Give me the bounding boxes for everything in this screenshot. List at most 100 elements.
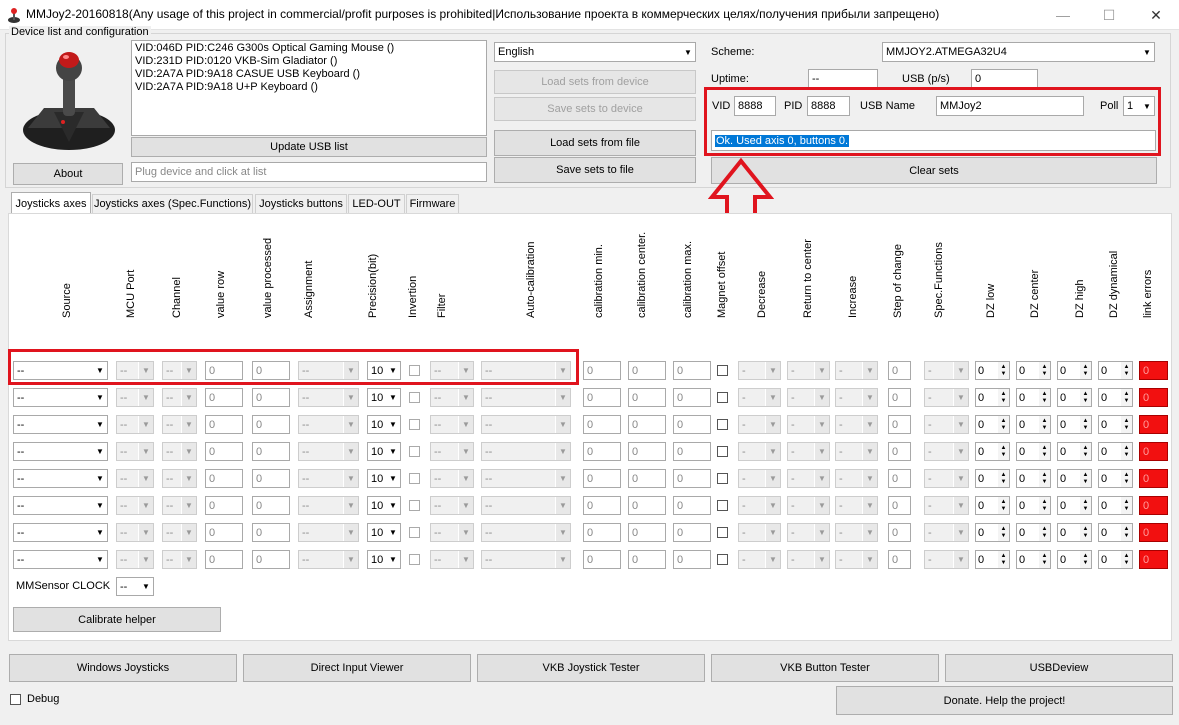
save-to-file-button[interactable]: Save sets to file xyxy=(494,157,696,183)
spin-arrows-icon[interactable]: ▲ ▼ xyxy=(1121,443,1132,460)
precision-select[interactable]: 10 ▼ xyxy=(367,469,401,488)
dz-dynamical-spinner[interactable]: 0 ▲ ▼ xyxy=(1098,388,1133,407)
assignment-select[interactable]: -- ▼ xyxy=(298,388,359,407)
device-list[interactable]: VID:046D PID:C246 G300s Optical Gaming M… xyxy=(131,40,487,136)
increase-select[interactable]: - ▼ xyxy=(835,469,878,488)
calibration-max-field[interactable]: 0 xyxy=(673,442,711,461)
usbdeview-button[interactable]: USBDeview xyxy=(945,654,1173,682)
dz-center-spinner[interactable]: 0 ▲ ▼ xyxy=(1016,415,1051,434)
calibration-center-field[interactable]: 0 xyxy=(628,361,666,380)
dz-low-spinner[interactable]: 0 ▲ ▼ xyxy=(975,388,1010,407)
dz-high-spinner[interactable]: 0 ▲ ▼ xyxy=(1057,523,1092,542)
spin-arrows-icon[interactable]: ▲ ▼ xyxy=(1039,551,1050,568)
dz-low-spinner[interactable]: 0 ▲ ▼ xyxy=(975,550,1010,569)
value-processed-field[interactable]: 0 xyxy=(252,550,290,569)
vkb-button-tester-button[interactable]: VKB Button Tester xyxy=(711,654,939,682)
assignment-select[interactable]: -- ▼ xyxy=(298,442,359,461)
magnet-offset-checkbox[interactable] xyxy=(717,446,728,457)
spin-arrows-icon[interactable]: ▲ ▼ xyxy=(1080,470,1091,487)
assignment-select[interactable]: -- ▼ xyxy=(298,550,359,569)
dz-low-spinner[interactable]: 0 ▲ ▼ xyxy=(975,496,1010,515)
auto-calibration-select[interactable]: -- ▼ xyxy=(481,442,571,461)
calibration-center-field[interactable]: 0 xyxy=(628,523,666,542)
decrease-select[interactable]: - ▼ xyxy=(738,496,781,515)
calibration-center-field[interactable]: 0 xyxy=(628,469,666,488)
dz-high-spinner[interactable]: 0 ▲ ▼ xyxy=(1057,388,1092,407)
precision-select[interactable]: 10 ▼ xyxy=(367,442,401,461)
calibrate-helper-button[interactable]: Calibrate helper xyxy=(13,607,221,632)
about-button[interactable]: About xyxy=(13,163,123,185)
spin-arrows-icon[interactable]: ▲ ▼ xyxy=(1039,524,1050,541)
calibration-min-field[interactable]: 0 xyxy=(583,550,621,569)
calibration-max-field[interactable]: 0 xyxy=(673,496,711,515)
dz-center-spinner[interactable]: 0 ▲ ▼ xyxy=(1016,361,1051,380)
debug-checkbox[interactable] xyxy=(10,694,21,705)
dz-dynamical-spinner[interactable]: 0 ▲ ▼ xyxy=(1098,496,1133,515)
dz-dynamical-spinner[interactable]: 0 ▲ ▼ xyxy=(1098,442,1133,461)
auto-calibration-select[interactable]: -- ▼ xyxy=(481,496,571,515)
increase-select[interactable]: - ▼ xyxy=(835,415,878,434)
dz-high-spinner[interactable]: 0 ▲ ▼ xyxy=(1057,469,1092,488)
step-of-change-field[interactable]: 0 xyxy=(888,550,911,569)
calibration-min-field[interactable]: 0 xyxy=(583,469,621,488)
source-select[interactable]: -- ▼ xyxy=(13,550,108,569)
source-select[interactable]: -- ▼ xyxy=(13,388,108,407)
value-processed-field[interactable]: 0 xyxy=(252,523,290,542)
close-button[interactable]: ✕ xyxy=(1133,0,1179,30)
mcu-port-select[interactable]: -- ▼ xyxy=(116,388,154,407)
windows-joysticks-button[interactable]: Windows Joysticks xyxy=(9,654,237,682)
device-item[interactable]: VID:231D PID:0120 VKB-Sim Gladiator () xyxy=(135,55,483,68)
precision-select[interactable]: 10 ▼ xyxy=(367,550,401,569)
spin-arrows-icon[interactable]: ▲ ▼ xyxy=(998,362,1009,379)
invertion-checkbox[interactable] xyxy=(409,500,420,511)
calibration-min-field[interactable]: 0 xyxy=(583,496,621,515)
assignment-select[interactable]: -- ▼ xyxy=(298,469,359,488)
magnet-offset-checkbox[interactable] xyxy=(717,527,728,538)
spin-arrows-icon[interactable]: ▲ ▼ xyxy=(998,443,1009,460)
spin-arrows-icon[interactable]: ▲ ▼ xyxy=(1080,524,1091,541)
step-of-change-field[interactable]: 0 xyxy=(888,388,911,407)
step-of-change-field[interactable]: 0 xyxy=(888,415,911,434)
value-row-field[interactable]: 0 xyxy=(205,415,243,434)
spin-arrows-icon[interactable]: ▲ ▼ xyxy=(1080,497,1091,514)
value-processed-field[interactable]: 0 xyxy=(252,496,290,515)
spin-arrows-icon[interactable]: ▲ ▼ xyxy=(1039,416,1050,433)
calibration-min-field[interactable]: 0 xyxy=(583,388,621,407)
mcu-port-select[interactable]: -- ▼ xyxy=(116,550,154,569)
return-to-center-select[interactable]: - ▼ xyxy=(787,550,830,569)
mcu-port-select[interactable]: -- ▼ xyxy=(116,523,154,542)
precision-select[interactable]: 10 ▼ xyxy=(367,388,401,407)
dz-high-spinner[interactable]: 0 ▲ ▼ xyxy=(1057,442,1092,461)
increase-select[interactable]: - ▼ xyxy=(835,550,878,569)
spin-arrows-icon[interactable]: ▲ ▼ xyxy=(1121,551,1132,568)
step-of-change-field[interactable]: 0 xyxy=(888,361,911,380)
increase-select[interactable]: - ▼ xyxy=(835,361,878,380)
tab-joysticks-buttons[interactable]: Joysticks buttons xyxy=(255,194,347,213)
channel-select[interactable]: -- ▼ xyxy=(162,550,197,569)
dz-high-spinner[interactable]: 0 ▲ ▼ xyxy=(1057,415,1092,434)
return-to-center-select[interactable]: - ▼ xyxy=(787,361,830,380)
invertion-checkbox[interactable] xyxy=(409,527,420,538)
dz-dynamical-spinner[interactable]: 0 ▲ ▼ xyxy=(1098,469,1133,488)
spin-arrows-icon[interactable]: ▲ ▼ xyxy=(1080,551,1091,568)
decrease-select[interactable]: - ▼ xyxy=(738,550,781,569)
calibration-max-field[interactable]: 0 xyxy=(673,415,711,434)
spec-functions-select[interactable]: - ▼ xyxy=(924,550,969,569)
value-processed-field[interactable]: 0 xyxy=(252,442,290,461)
spec-functions-select[interactable]: - ▼ xyxy=(924,415,969,434)
spin-arrows-icon[interactable]: ▲ ▼ xyxy=(998,497,1009,514)
dz-dynamical-spinner[interactable]: 0 ▲ ▼ xyxy=(1098,415,1133,434)
dz-dynamical-spinner[interactable]: 0 ▲ ▼ xyxy=(1098,523,1133,542)
tab-led-out[interactable]: LED-OUT xyxy=(348,194,405,213)
save-to-device-button[interactable]: Save sets to device xyxy=(494,97,696,121)
value-row-field[interactable]: 0 xyxy=(205,523,243,542)
calibration-min-field[interactable]: 0 xyxy=(583,361,621,380)
dz-center-spinner[interactable]: 0 ▲ ▼ xyxy=(1016,496,1051,515)
dz-center-spinner[interactable]: 0 ▲ ▼ xyxy=(1016,388,1051,407)
tab-joysticks-axes[interactable]: Joysticks axes xyxy=(11,192,91,214)
dz-high-spinner[interactable]: 0 ▲ ▼ xyxy=(1057,361,1092,380)
value-row-field[interactable]: 0 xyxy=(205,442,243,461)
spin-arrows-icon[interactable]: ▲ ▼ xyxy=(1080,416,1091,433)
source-select[interactable]: -- ▼ xyxy=(13,442,108,461)
return-to-center-select[interactable]: - ▼ xyxy=(787,415,830,434)
